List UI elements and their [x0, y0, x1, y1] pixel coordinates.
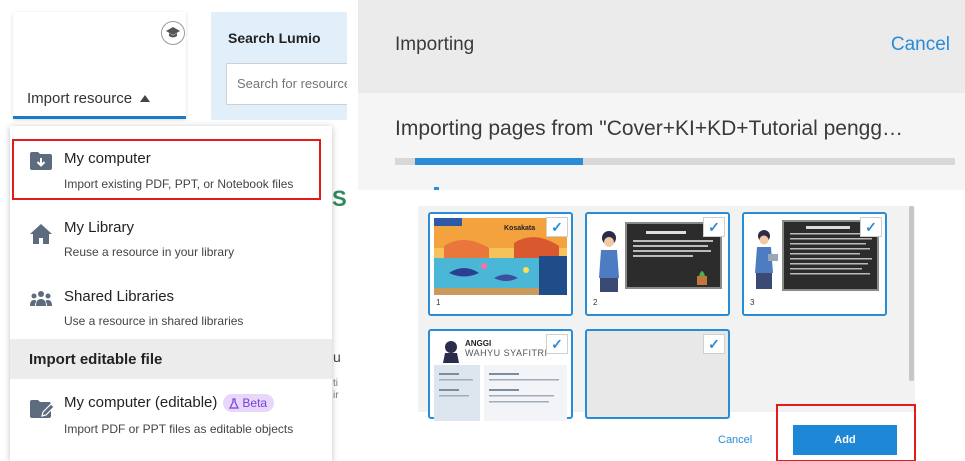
menu-item-description: Import PDF or PPT files as editable obje…: [64, 422, 294, 436]
page-thumbnail-4[interactable]: ANGGI WAHYU SYAFITRI ✓: [428, 329, 573, 421]
slide-name-title: ANGGI: [465, 339, 492, 348]
menu-item-description: Use a resource in shared libraries: [64, 314, 244, 328]
import-resource-tab[interactable]: Import resource: [13, 12, 186, 119]
folder-edit-icon: [29, 399, 55, 421]
home-icon: [29, 223, 53, 245]
dialog-header: Importing Cancel: [358, 0, 965, 93]
active-tab-underline: [13, 116, 186, 119]
page-number: 1: [436, 298, 441, 307]
progress-bar: [395, 158, 955, 165]
progress-bar-fill: [415, 158, 583, 165]
importing-dialog: Importing Cancel Importing pages from "C…: [358, 0, 965, 461]
import-resource-toggle[interactable]: Import resource: [27, 90, 151, 107]
slide-name-subtitle: WAHYU SYAFITRI: [465, 348, 548, 358]
dialog-title: Importing: [395, 34, 475, 55]
page-number: 2: [593, 298, 598, 307]
header-cancel-button[interactable]: Cancel: [891, 34, 950, 56]
search-lumio-panel: Search Lumio: [211, 12, 347, 120]
menu-item-my-computer-editable[interactable]: My computer (editable) Beta Import PDF or…: [10, 379, 332, 461]
page-checkbox-checked[interactable]: ✓: [703, 334, 725, 354]
menu-item-title-text: My computer (editable): [64, 394, 218, 411]
menu-item-title: My Library: [64, 219, 135, 236]
import-progress-section: Importing pages from "Cover+KI+KD+Tutori…: [358, 93, 965, 190]
screenshot-root: Import resource Search Lumio S u tiir My…: [0, 0, 965, 461]
menu-item-my-library[interactable]: My Library Reuse a resource in your libr…: [10, 201, 332, 271]
page-thumbnail-3[interactable]: 3 ✓: [742, 212, 887, 316]
caret-up-icon: [140, 95, 151, 102]
graduation-cap-icon[interactable]: [161, 21, 185, 45]
menu-item-title: My computer (editable) Beta: [64, 394, 275, 413]
background-text-fragment: u: [333, 349, 341, 365]
page-thumbnail-1[interactable]: Kosakata 1 ✓: [428, 212, 573, 316]
menu-item-title: Shared Libraries: [64, 288, 175, 305]
page-checkbox-checked[interactable]: ✓: [703, 217, 725, 237]
footer-cancel-button[interactable]: Cancel: [718, 434, 752, 446]
menu-item-description: Reuse a resource in your library: [64, 245, 235, 259]
flask-icon: [229, 397, 240, 409]
page-number: 3: [750, 298, 755, 307]
page-thumbnail-5[interactable]: ✓: [585, 329, 730, 419]
search-input[interactable]: [227, 64, 347, 103]
menu-item-shared-libraries[interactable]: Shared Libraries Use a resource in share…: [10, 271, 332, 339]
people-icon: [29, 290, 53, 312]
page-checkbox-checked[interactable]: ✓: [546, 334, 568, 354]
importing-status-text: Importing pages from "Cover+KI+KD+Tutori…: [395, 117, 904, 140]
red-highlight-box: [12, 139, 321, 200]
beta-label: Beta: [242, 396, 268, 411]
red-highlight-box: [776, 404, 916, 461]
lumio-import-panel: Import resource Search Lumio S u tiir My…: [0, 0, 347, 461]
svg-text:Kosakata: Kosakata: [504, 225, 535, 232]
page-checkbox-checked[interactable]: ✓: [860, 217, 882, 237]
page-checkbox-checked[interactable]: ✓: [546, 217, 568, 237]
thumbnails-scrollbar[interactable]: [908, 206, 915, 412]
background-text-fragment: ti ir: [333, 378, 339, 401]
scrollbar-thumb[interactable]: [909, 206, 914, 381]
page-thumbnails-panel: Kosakata 1 ✓ 2 ✓ 3 ✓ ANGGI WAHYU SYAFITR…: [418, 206, 915, 421]
search-title: Search Lumio: [228, 30, 321, 46]
decorative-tick: [434, 187, 439, 190]
beta-badge: Beta: [223, 394, 275, 413]
thumbnails-grid: Kosakata 1 ✓ 2 ✓ 3 ✓ ANGGI WAHYU SYAFITR…: [418, 206, 908, 421]
section-header-import-editable: Import editable file: [10, 339, 332, 379]
background-text-fragment: S: [332, 186, 347, 211]
import-resource-label: Import resource: [27, 90, 133, 107]
page-thumbnail-2[interactable]: 2 ✓: [585, 212, 730, 316]
search-box[interactable]: [226, 63, 347, 105]
section-title: Import editable file: [29, 351, 163, 368]
